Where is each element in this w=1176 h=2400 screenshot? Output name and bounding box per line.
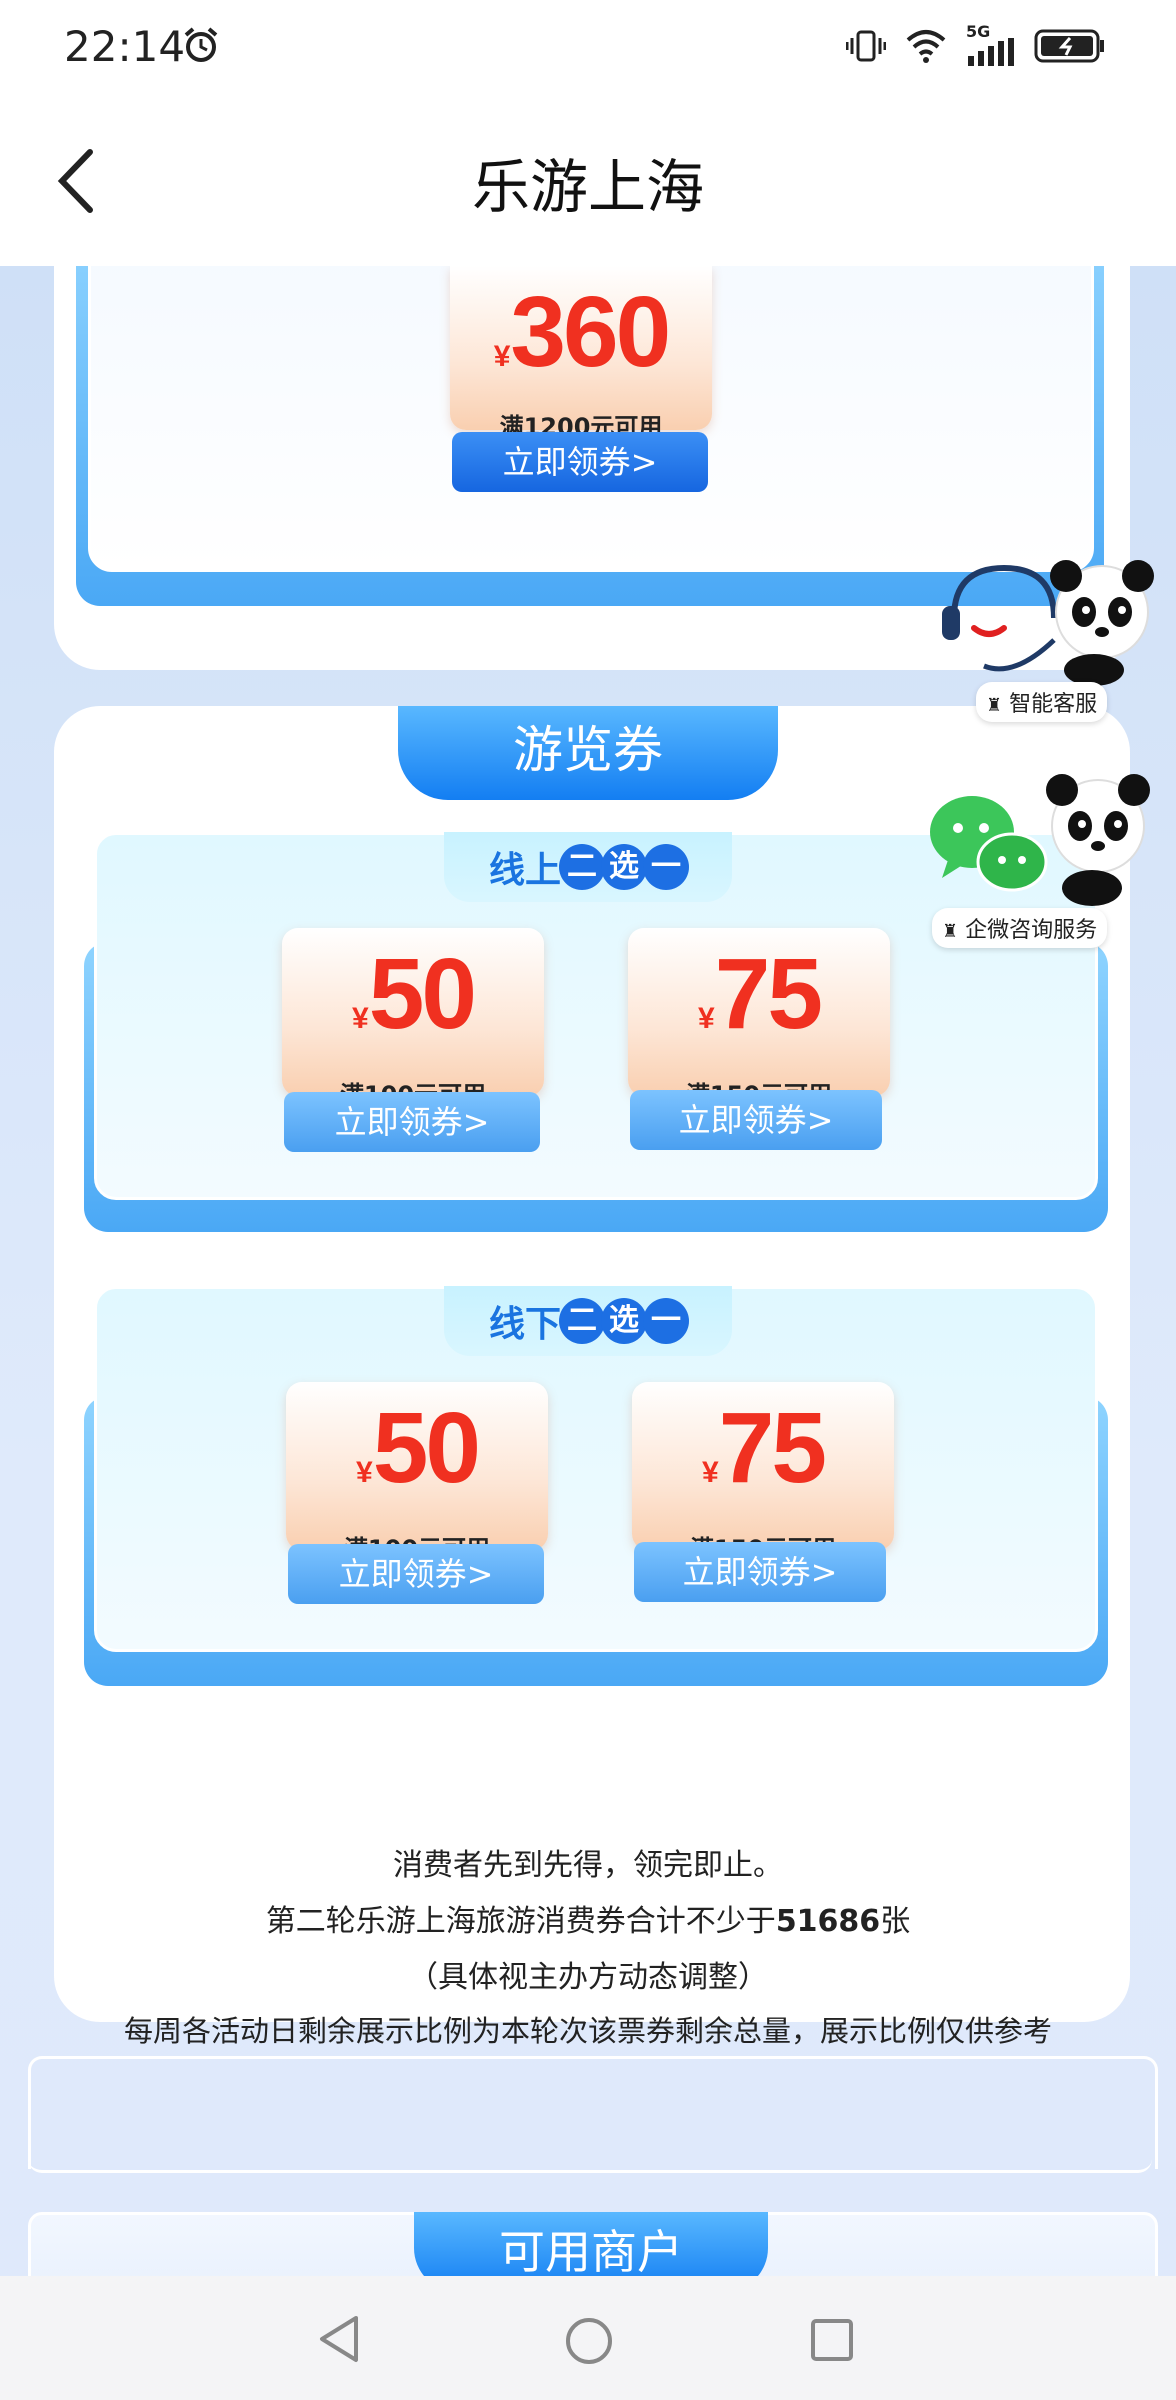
coupon-amount: 50	[372, 1392, 481, 1504]
wechat-consult-label: ♜ 企微咨询服务	[932, 908, 1108, 948]
claim-button-360[interactable]: 立即领券>	[452, 432, 708, 492]
tab-dot: 选	[601, 844, 647, 890]
claim-button-offline-50[interactable]: 立即领券>	[288, 1544, 544, 1604]
notice-line-4: 每周各活动日剩余展示比例为本轮次该票券剩余总量，展示比例仅供参考	[123, 2014, 1052, 2048]
coupon-total-count: 51686	[775, 1904, 881, 1939]
notice-panel-bottom	[28, 2156, 1152, 2173]
wifi-icon	[906, 30, 946, 63]
panda-headset-icon	[942, 560, 1154, 686]
tab-dot: 二	[559, 844, 605, 890]
coupon-amount: 75	[714, 938, 823, 1050]
currency-symbol: ¥	[352, 1002, 369, 1035]
vibrate-icon	[846, 30, 886, 62]
notice-panel	[28, 2056, 1158, 2169]
coupon-amount: 50	[368, 938, 477, 1050]
nav-home-button[interactable]	[564, 2316, 614, 2366]
currency-symbol: ¥	[702, 1456, 719, 1489]
tab-dot: 一	[643, 844, 689, 890]
smart-customer-service-text: 智能客服	[1009, 692, 1098, 717]
tab-dot: 一	[643, 1298, 689, 1344]
tower-icon: ♜	[942, 921, 959, 942]
wechat-consult-button[interactable]: ♜ 企微咨询服务	[928, 770, 1160, 950]
notice-line-2-prefix: 第二轮乐游上海旅游消费券合计不少于	[265, 1904, 776, 1939]
notice-line-1: 消费者先到先得，领完即止。	[393, 1848, 783, 1883]
signal-icon: 5G	[966, 22, 1016, 66]
online-coupon-50: ¥50 满100元可用	[282, 928, 544, 1109]
offline-coupon-50: ¥50 满100元可用	[286, 1382, 548, 1563]
status-time: 22:14	[64, 22, 186, 71]
claim-button-offline-75[interactable]: 立即领券>	[634, 1542, 886, 1602]
offline-coupon-75: ¥75 满150元可用	[632, 1382, 894, 1563]
coupon-amount: 75	[718, 1392, 827, 1504]
panda-wechat-icon	[930, 774, 1150, 906]
tab-dot: 选	[601, 1298, 647, 1344]
status-icons: 5G	[846, 22, 1106, 66]
online-tab-label: 线上	[488, 850, 561, 891]
online-coupon-75: ¥75 满150元可用	[628, 928, 890, 1109]
nav-back-button[interactable]	[316, 2314, 362, 2364]
offline-choose-tab[interactable]: 线下 二 选 一	[444, 1286, 732, 1356]
wechat-consult-text: 企微咨询服务	[965, 918, 1098, 943]
smart-customer-service-button[interactable]: ♜ 智能客服	[934, 548, 1154, 722]
coupon-360: ¥360 满1200元可用	[450, 266, 712, 441]
tab-dot: 二	[559, 1298, 605, 1344]
notice-line-2: 第二轮乐游上海旅游消费券合计不少于51686张	[0, 1896, 1176, 1940]
notice-line-3: （具体视主办方动态调整）	[408, 1960, 768, 1995]
battery-icon	[1034, 29, 1104, 63]
nav-recents-button[interactable]	[810, 2318, 854, 2362]
tower-icon: ♜	[986, 695, 1003, 716]
offline-tab-label: 线下	[488, 1304, 561, 1345]
currency-symbol: ¥	[698, 1002, 715, 1035]
claim-button-online-75[interactable]: 立即领券>	[630, 1090, 882, 1150]
online-choose-tab[interactable]: 线上 二 选 一	[444, 832, 732, 902]
smart-customer-service-label: ♜ 智能客服	[976, 682, 1108, 722]
currency-symbol: ¥	[356, 1456, 373, 1489]
coupon-amount: 360	[510, 276, 671, 388]
merchants-section-title: 可用商户	[414, 2212, 768, 2276]
page-title: 乐游上海	[471, 153, 704, 221]
notice-line-2-suffix: 张	[880, 1904, 911, 1939]
tour-section-title: 游览券	[398, 706, 778, 800]
currency-symbol: ¥	[493, 340, 511, 373]
alarm-icon	[184, 27, 218, 62]
claim-button-online-50[interactable]: 立即领券>	[284, 1092, 540, 1152]
